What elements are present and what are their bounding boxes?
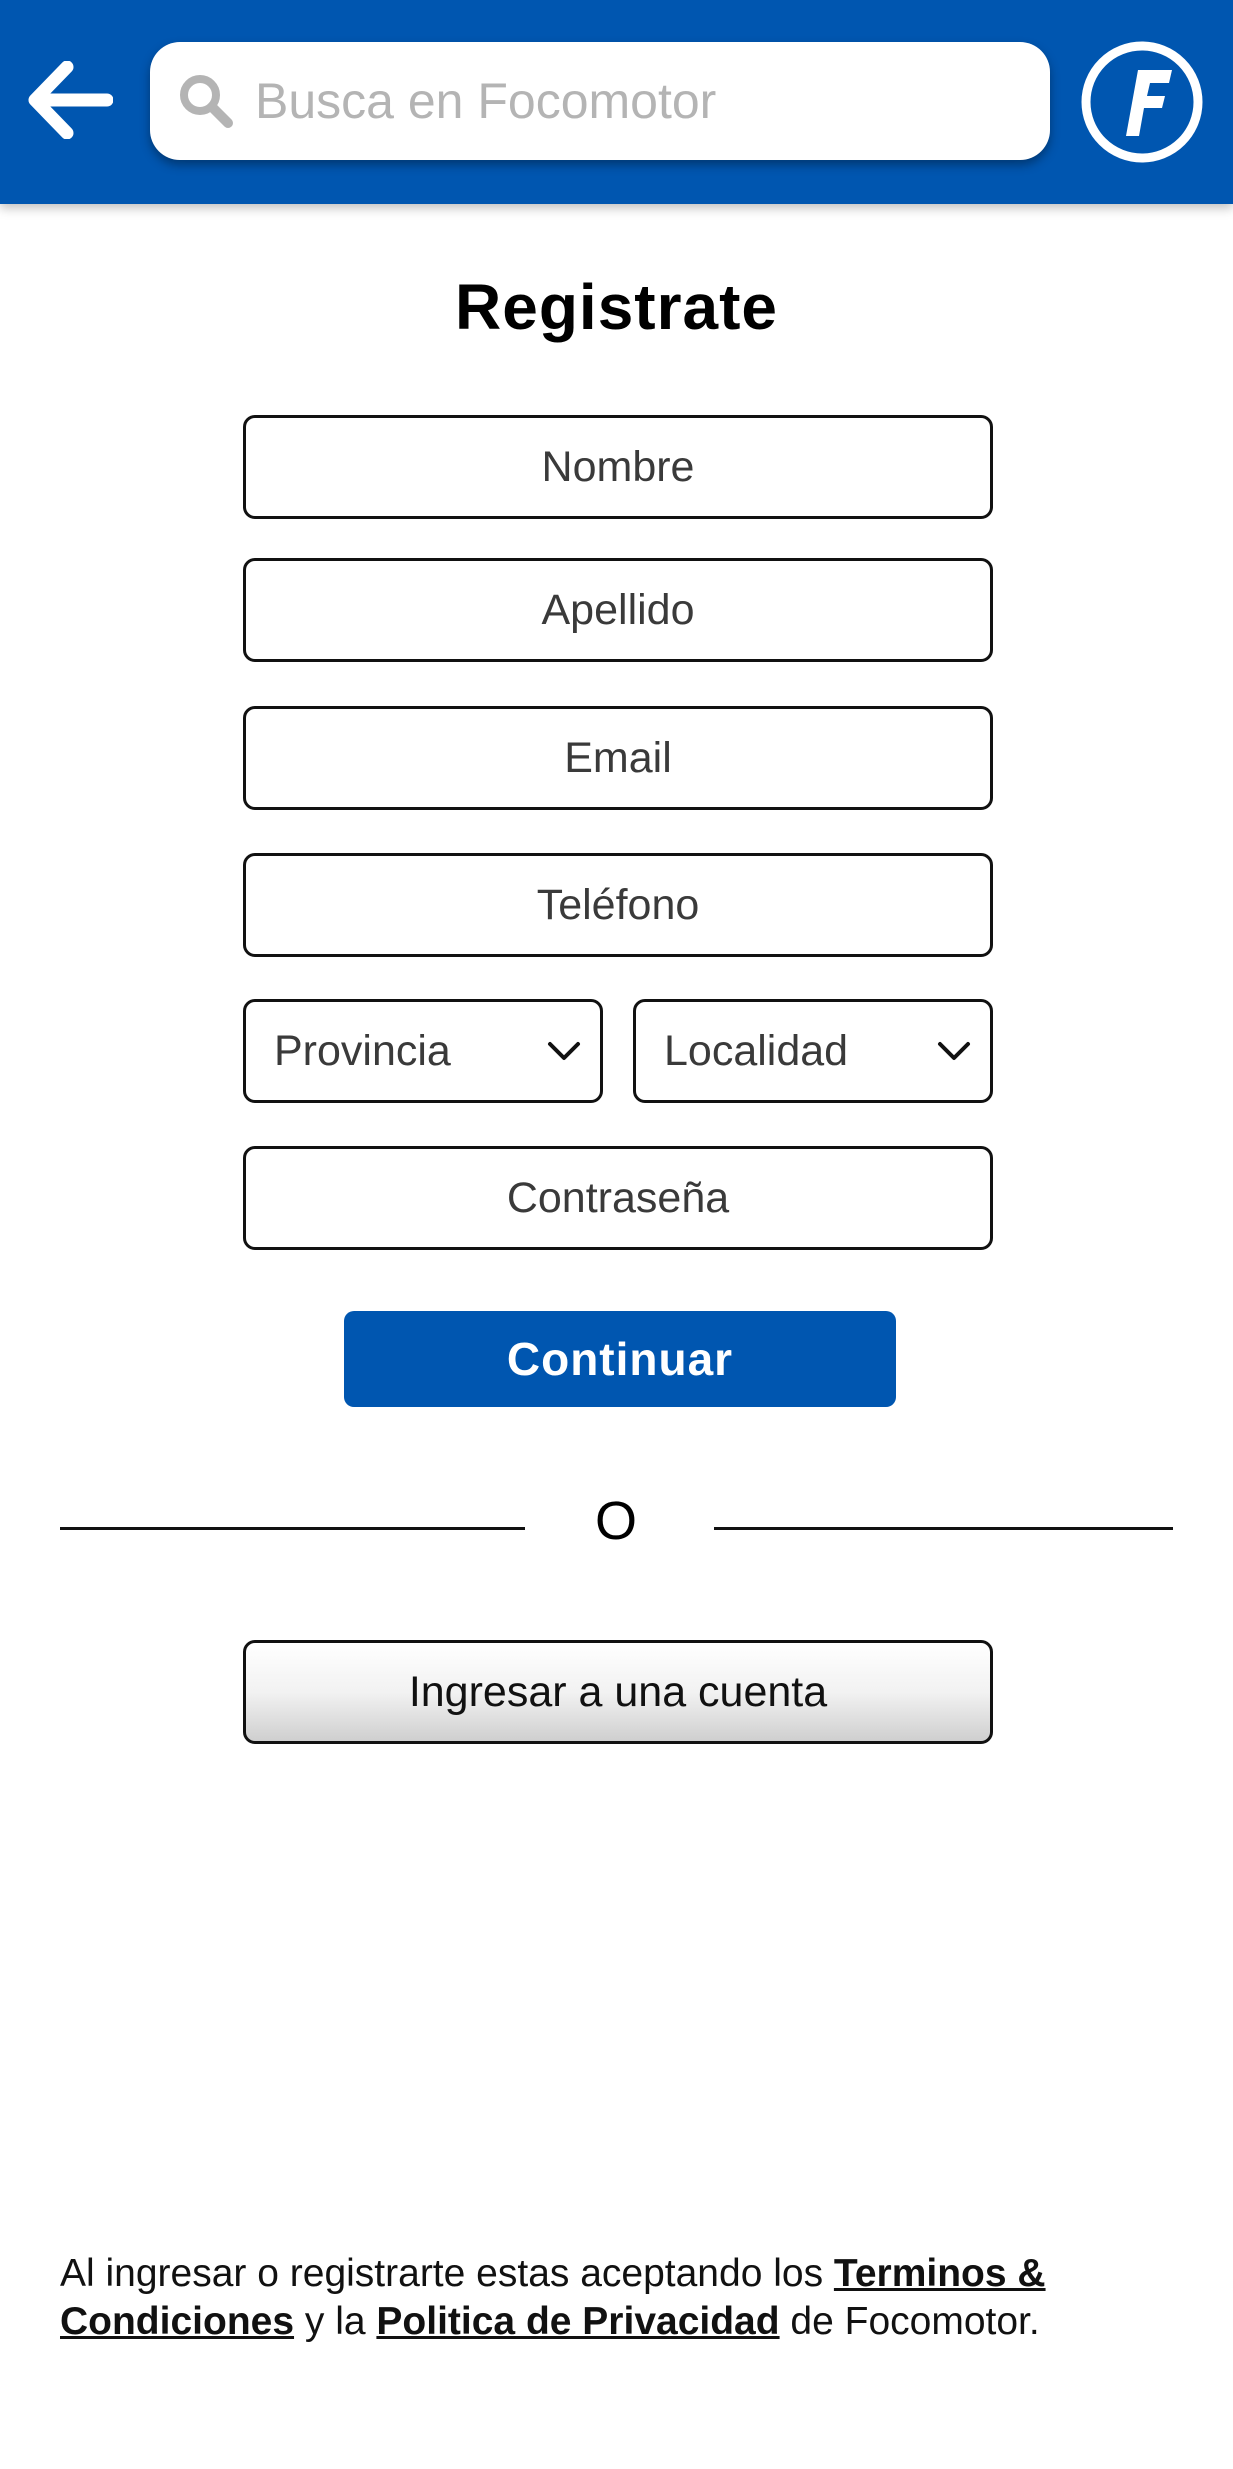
chevron-down-icon bbox=[548, 1042, 580, 1060]
page-title: Registrate bbox=[455, 271, 778, 343]
email-field[interactable] bbox=[243, 706, 993, 810]
arrow-left-icon bbox=[28, 61, 113, 139]
terms-text-before: Al ingresar o registrarte estas aceptand… bbox=[60, 2252, 834, 2295]
locality-select[interactable]: Localidad bbox=[633, 999, 993, 1103]
phone-field[interactable] bbox=[243, 853, 993, 957]
first-name-field[interactable] bbox=[243, 415, 993, 519]
search-icon bbox=[180, 75, 233, 128]
divider-line-right bbox=[714, 1527, 1173, 1530]
chevron-down-icon bbox=[938, 1042, 970, 1060]
focomotor-logo-icon[interactable] bbox=[1080, 40, 1204, 164]
login-button[interactable]: Ingresar a una cuenta bbox=[243, 1640, 993, 1744]
back-button[interactable] bbox=[22, 52, 118, 148]
search-bar[interactable] bbox=[150, 42, 1050, 160]
divider-or-text: O bbox=[594, 1491, 637, 1551]
search-input[interactable] bbox=[255, 42, 1025, 160]
province-select[interactable]: Provincia bbox=[243, 999, 603, 1103]
continue-button[interactable]: Continuar bbox=[344, 1311, 896, 1407]
locality-select-label: Localidad bbox=[664, 1027, 849, 1075]
privacy-link[interactable]: Politica de Privacidad bbox=[376, 2300, 779, 2343]
province-select-label: Provincia bbox=[274, 1027, 451, 1075]
terms-text-middle: y la bbox=[294, 2300, 377, 2343]
terms-text-after: de Focomotor. bbox=[779, 2300, 1040, 2343]
terms-notice: Al ingresar o registrarte estas aceptand… bbox=[60, 2250, 1180, 2346]
divider-line-left bbox=[60, 1527, 525, 1530]
top-app-bar bbox=[0, 0, 1233, 204]
password-field[interactable] bbox=[243, 1146, 993, 1250]
last-name-field[interactable] bbox=[243, 558, 993, 662]
